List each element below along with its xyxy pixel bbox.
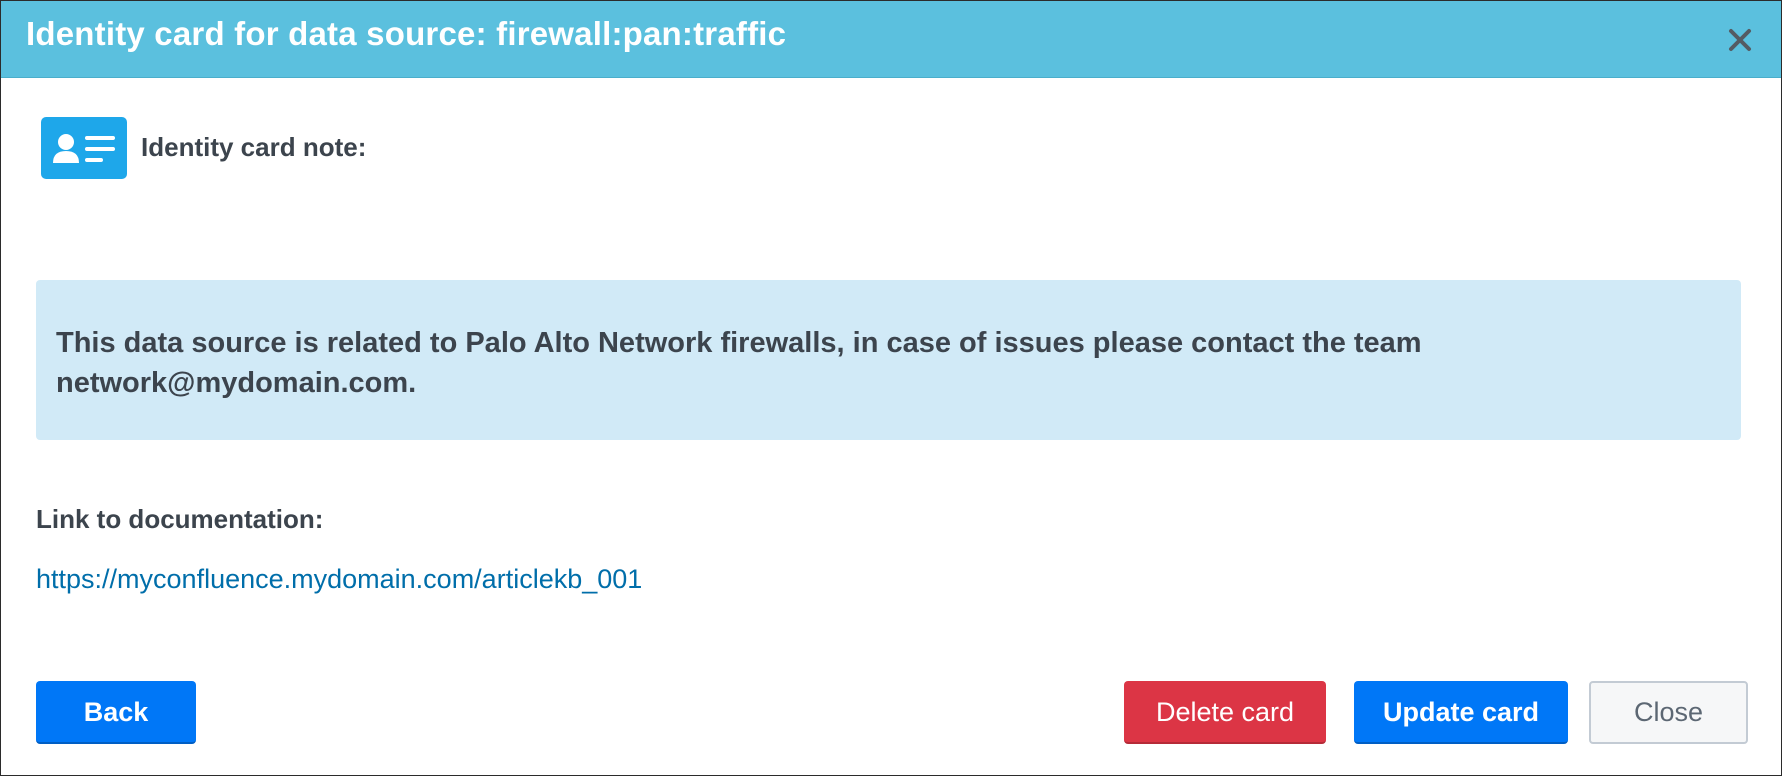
delete-card-button[interactable]: Delete card [1124,681,1326,744]
update-card-button[interactable]: Update card [1354,681,1568,744]
identity-card-icon [41,117,127,179]
dialog-title: Identity card for data source: firewall:… [26,15,787,52]
close-icon[interactable] [1725,25,1755,55]
close-button[interactable]: Close [1589,681,1748,744]
identity-card-note-box: This data source is related to Palo Alto… [36,280,1741,440]
identity-card-note-text: This data source is related to Palo Alto… [56,327,1422,399]
documentation-label: Link to documentation: [36,504,324,534]
identity-card-note-label: Identity card note: [141,132,367,162]
documentation-link[interactable]: https://myconfluence.mydomain.com/articl… [36,564,642,595]
identity-card-dialog: Identity card for data source: firewall:… [0,0,1782,776]
dialog-header: Identity card for data source: firewall:… [1,1,1781,78]
back-button[interactable]: Back [36,681,196,744]
